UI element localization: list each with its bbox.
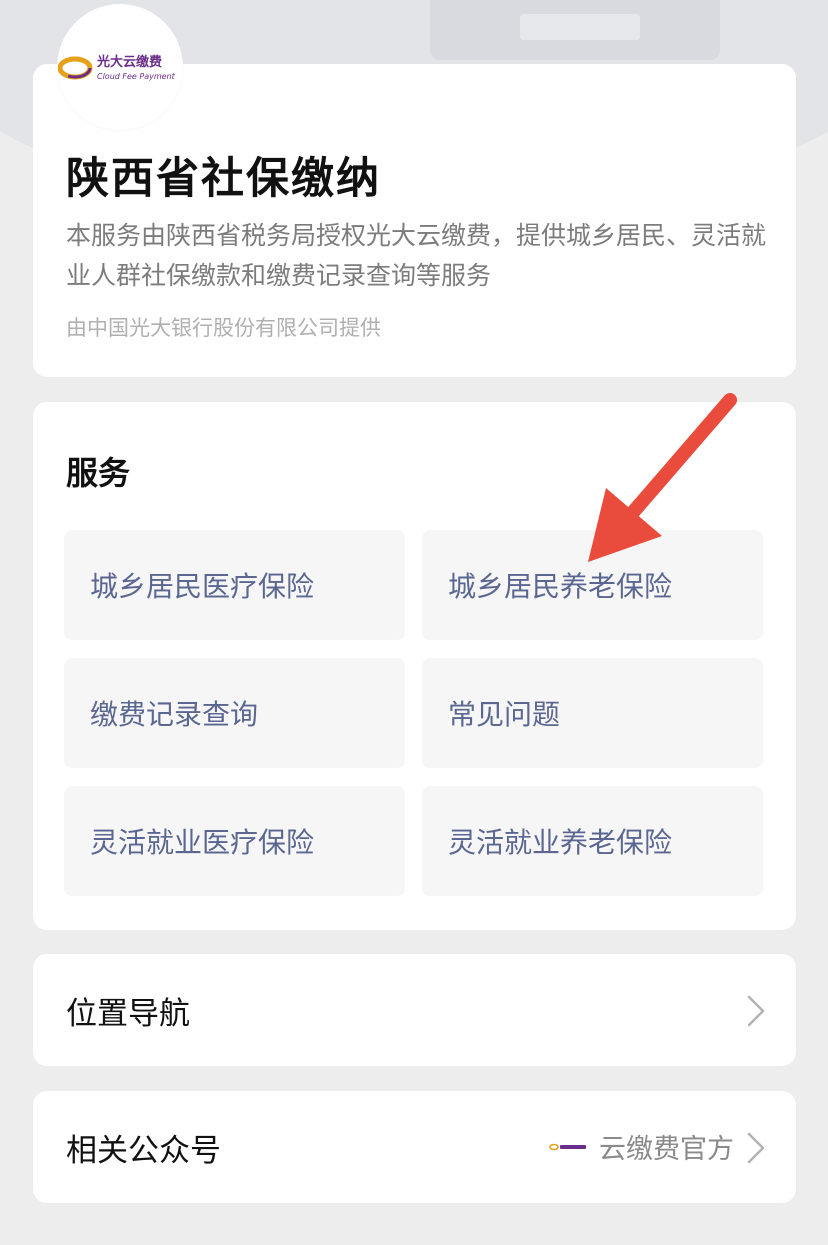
location-navigation-row[interactable]: 位置导航 <box>33 954 796 1066</box>
service-rural-medical-insurance[interactable]: 城乡居民医疗保险 <box>64 530 405 640</box>
services-title: 服务 <box>66 454 131 492</box>
provider-text: 由中国光大银行股份有限公司提供 <box>66 316 381 340</box>
service-grid: 城乡居民医疗保险 城乡居民养老保险 缴费记录查询 常见问题 灵活就业医疗保险 灵… <box>64 530 764 896</box>
service-faq[interactable]: 常见问题 <box>422 658 763 768</box>
official-account-row[interactable]: 相关公众号 云缴费官方 <box>33 1091 796 1203</box>
service-flexible-medical-insurance[interactable]: 灵活就业医疗保险 <box>64 786 405 896</box>
logo-mark-icon: 光大云缴费 Cloud Fee Payment <box>58 54 176 81</box>
chevron-right-icon <box>747 1132 765 1164</box>
page: 光大云缴费 Cloud Fee Payment 陕西省社保缴纳 本服务由陕西省税… <box>0 0 828 1245</box>
service-description: 本服务由陕西省税务局授权光大云缴费，提供城乡居民、灵活就业人群社保缴款和缴费记录… <box>66 221 767 290</box>
logo-text-en: Cloud Fee Payment <box>97 72 176 81</box>
location-navigation-label: 位置导航 <box>66 996 190 1032</box>
official-account-label: 相关公众号 <box>66 1133 221 1169</box>
chevron-right-icon <box>747 995 765 1027</box>
services-card: 服务 城乡居民医疗保险 城乡居民养老保险 缴费记录查询 常见问题 灵活就业医疗保… <box>33 402 796 930</box>
service-flexible-pension-insurance[interactable]: 灵活就业养老保险 <box>422 786 763 896</box>
header-decoration-inner <box>520 14 640 40</box>
service-rural-pension-insurance[interactable]: 城乡居民养老保险 <box>422 530 763 640</box>
page-title: 陕西省社保缴纳 <box>66 154 381 204</box>
account-logo-icon <box>549 1143 586 1150</box>
official-account-name: 云缴费官方 <box>599 1134 734 1165</box>
cloud-fee-payment-logo: 光大云缴费 Cloud Fee Payment <box>57 4 183 130</box>
logo-text-cn: 光大云缴费 <box>96 54 162 70</box>
official-account-info: 云缴费官方 <box>549 1127 734 1166</box>
service-payment-records[interactable]: 缴费记录查询 <box>64 658 405 768</box>
